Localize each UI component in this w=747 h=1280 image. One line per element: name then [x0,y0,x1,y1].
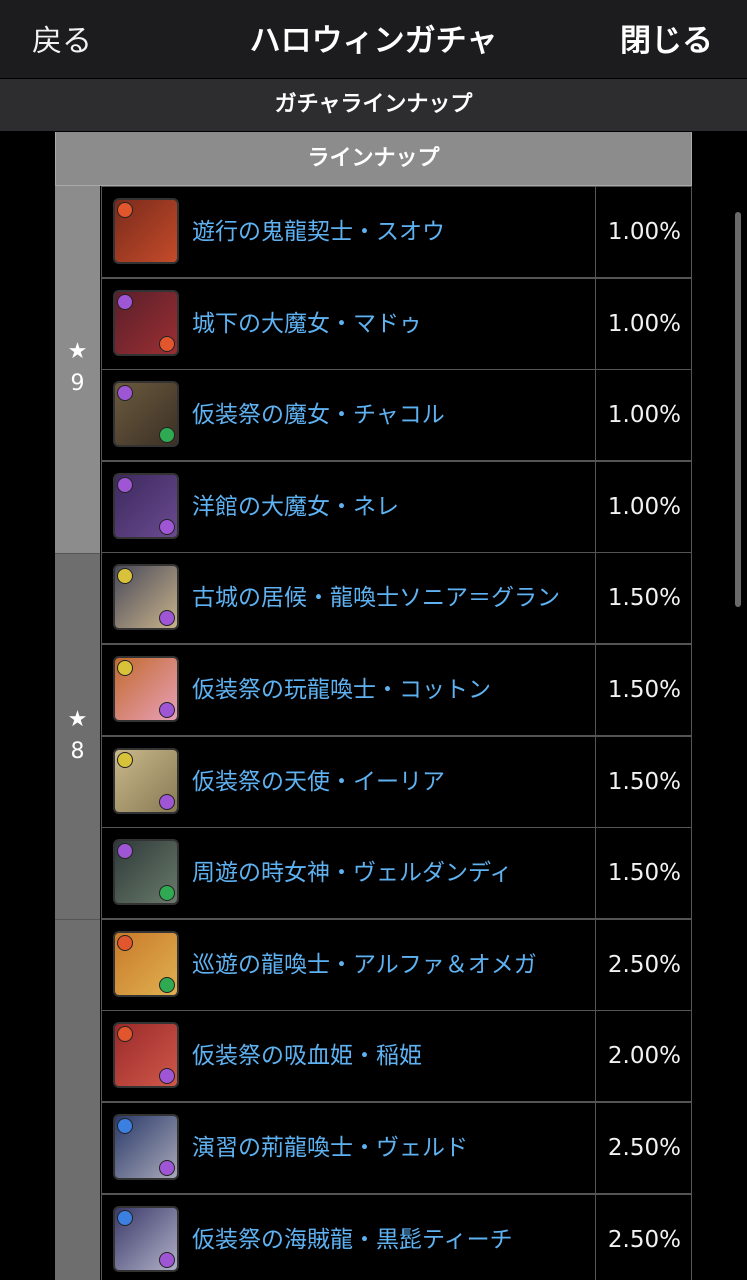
character-name-link[interactable]: 仮装祭の魔女・チャコル [192,370,445,460]
drop-rate: 1.00% [607,219,681,245]
character-name-link[interactable]: 周遊の時女神・ヴェルダンディ [192,828,512,918]
character-name-link[interactable]: 遊行の鬼龍契士・スオウ [192,187,445,277]
character-name-link[interactable]: 洋館の大魔女・ネレ [192,462,399,552]
scrollbar[interactable] [735,212,741,607]
rarity-value: 9 [70,371,85,396]
table-row[interactable]: 仮装祭の玩龍喚士・コットン 1.50% [101,644,692,736]
character-name-link[interactable]: 巡遊の龍喚士・アルファ＆オメガ [192,920,537,1010]
character-name-link[interactable]: 演習の荊龍喚士・ヴェルド [192,1103,468,1193]
table-row[interactable]: 遊行の鬼龍契士・スオウ 1.00% [101,186,692,278]
table-row[interactable]: 仮装祭の海賊龍・黒髭ティーチ 2.50% [101,1193,692,1280]
sub-attribute-icon [159,702,175,718]
top-navigation-bar: 戻る ハロウィンガチャ 閉じる [0,0,747,78]
character-portrait-icon[interactable] [113,930,179,997]
table-row[interactable]: 周遊の時女神・ヴェルダンディ 1.50% [101,827,692,920]
character-portrait-icon[interactable] [113,472,179,539]
drop-rate: 2.00% [607,1043,681,1070]
sub-attribute-icon [159,610,175,627]
sub-attribute-icon [159,427,175,444]
main-attribute-icon [117,751,133,768]
drop-rate: 1.00% [607,402,681,429]
drop-rate: 2.50% [607,1135,681,1161]
character-portrait-icon[interactable] [113,564,179,631]
main-attribute-icon [117,660,133,676]
rarity-group-9: ★ 9 [55,186,100,554]
drop-rate: 1.00% [607,493,681,520]
section-header: ガチャラインナップ [0,79,747,131]
character-portrait-icon[interactable] [113,381,179,448]
drop-rate: 2.50% [607,951,681,978]
character-name-link[interactable]: 仮装祭の海賊龍・黒髭ティーチ [192,1195,513,1280]
character-name-link[interactable]: 仮装祭の玩龍喚士・コットン [192,645,491,735]
sub-attribute-icon [159,1068,175,1085]
drop-rate: 1.00% [607,310,681,337]
main-attribute-icon [117,385,133,402]
rarity-group-other [55,920,100,1280]
character-portrait-icon[interactable] [113,1022,179,1089]
character-portrait-icon[interactable] [113,747,179,814]
table-row[interactable]: 演習の荊龍喚士・ヴェルド 2.50% [101,1102,692,1194]
character-portrait-icon[interactable] [113,839,179,906]
character-portrait-icon[interactable] [113,1205,179,1272]
character-portrait-icon[interactable] [113,1114,179,1180]
sub-attribute-icon [159,518,175,535]
sub-attribute-icon [159,1160,175,1176]
main-attribute-icon [117,934,133,951]
close-button[interactable]: 閉じる [620,15,713,60]
table-row[interactable]: 仮装祭の吸血姫・稲姫 2.00% [101,1010,692,1103]
main-attribute-icon [117,1209,133,1226]
sub-attribute-icon [159,793,175,810]
drop-rate: 1.50% [607,860,681,887]
table-row[interactable]: 仮装祭の天使・イーリア 1.50% [101,735,692,828]
main-attribute-icon [117,202,133,218]
main-attribute-icon [117,843,133,860]
sub-attribute-icon [159,1251,175,1268]
drop-rate: 2.50% [607,1226,681,1253]
character-portrait-icon[interactable] [113,198,179,264]
character-portrait-icon[interactable] [113,656,179,722]
star-icon: ★ [67,339,88,364]
character-name-link[interactable]: 古城の居候・龍喚士ソニア＝グラン [192,553,560,643]
lineup-table-header: ラインナップ [55,132,692,186]
sub-attribute-icon [159,976,175,993]
table-row[interactable]: 仮装祭の魔女・チャコル 1.00% [101,369,692,462]
main-attribute-icon [117,1118,133,1134]
star-icon: ★ [67,707,88,732]
lineup-table: ラインナップ ★ 9 ★ 8 遊行の鬼龍契士・スオウ 1.00% 城下の大魔女・マド… [55,132,692,1280]
rarity-value: 8 [70,739,85,764]
sub-attribute-icon [159,885,175,902]
table-row[interactable]: 古城の居候・龍喚士ソニア＝グラン 1.50% [101,552,692,645]
table-row[interactable]: 洋館の大魔女・ネレ 1.00% [101,460,692,553]
table-row[interactable]: 巡遊の龍喚士・アルファ＆オメガ 2.50% [101,918,692,1011]
character-name-link[interactable]: 仮装祭の吸血姫・稲姫 [192,1011,422,1101]
main-attribute-icon [117,293,133,310]
main-attribute-icon [117,1026,133,1043]
drop-rate: 1.50% [607,768,681,795]
character-name-link[interactable]: 仮装祭の天使・イーリア [192,737,445,827]
character-portrait-icon[interactable] [113,289,179,356]
main-attribute-icon [117,476,133,493]
main-attribute-icon [117,568,133,585]
character-name-link[interactable]: 城下の大魔女・マドゥ [192,279,422,369]
table-row[interactable]: 城下の大魔女・マドゥ 1.00% [101,277,692,370]
sub-attribute-icon [159,335,175,352]
rarity-group-8: ★ 8 [55,554,100,920]
drop-rate: 1.50% [607,585,681,612]
drop-rate: 1.50% [607,677,681,703]
